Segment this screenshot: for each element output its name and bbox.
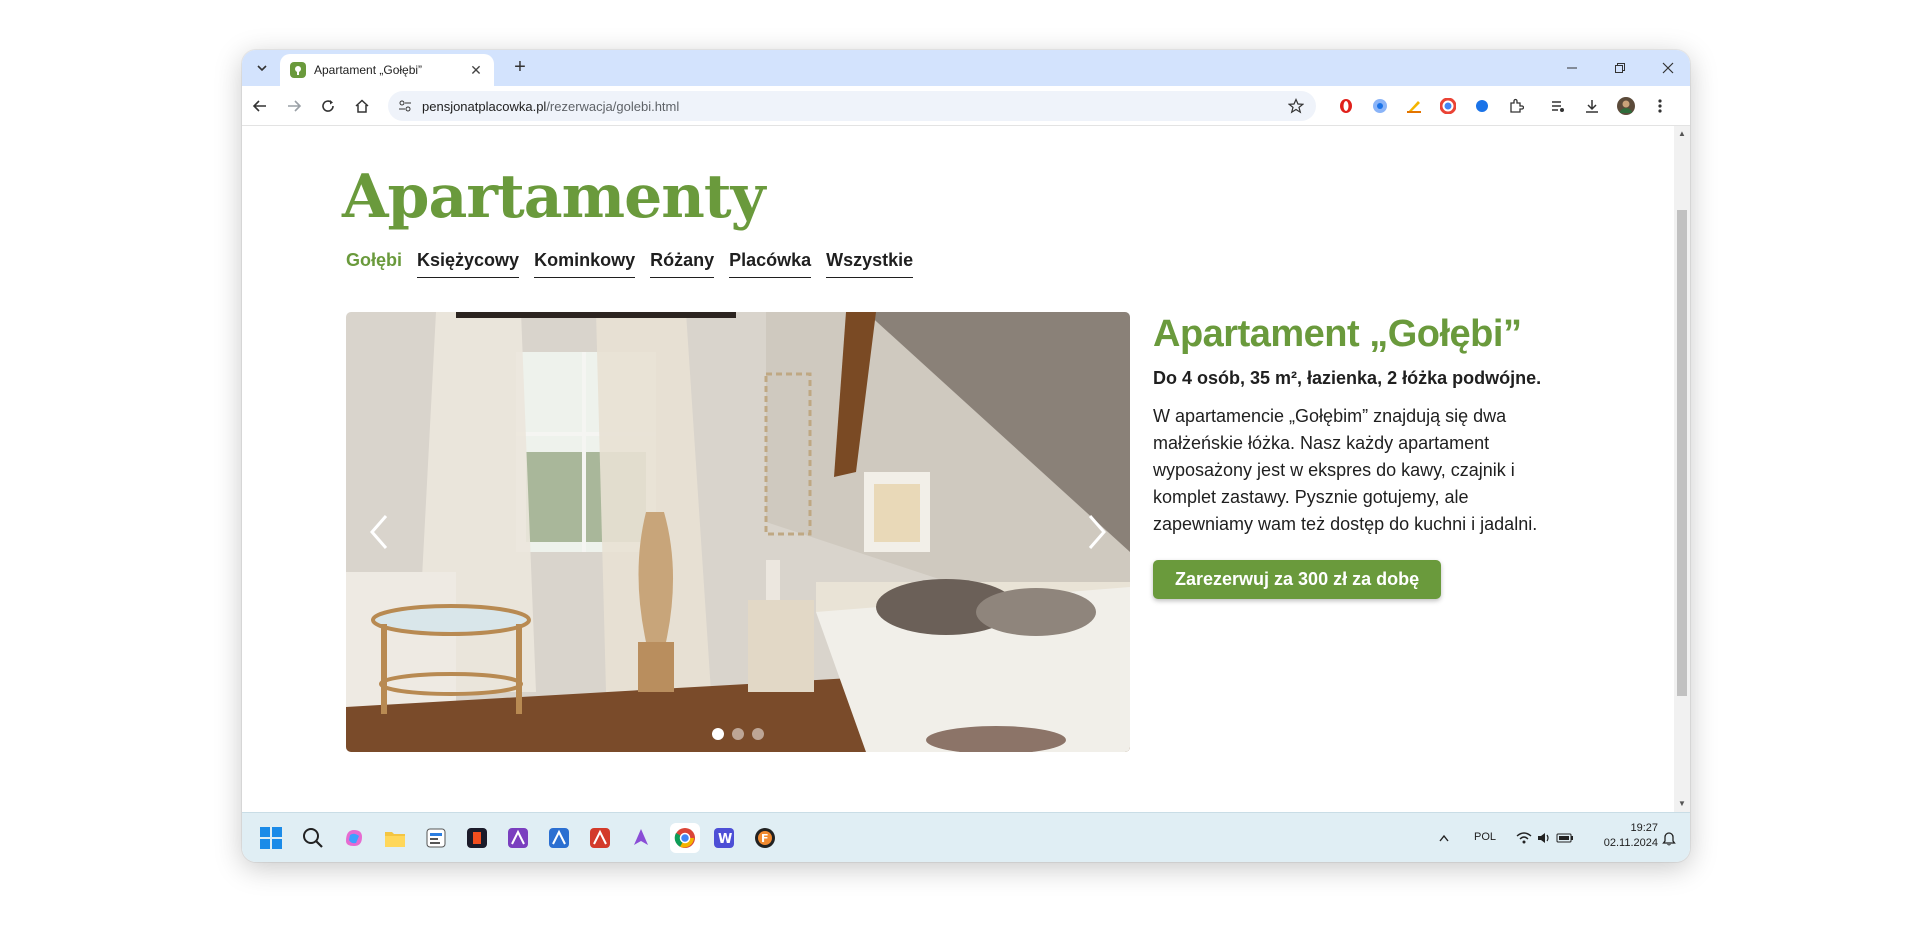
notification-bell-icon[interactable] bbox=[1660, 825, 1678, 851]
f-app-icon[interactable]: F bbox=[752, 825, 778, 851]
taskbar: W F POL 19:27 02.11.2024 bbox=[242, 812, 1690, 862]
word-app-icon[interactable]: W bbox=[711, 825, 737, 851]
site-settings-icon[interactable] bbox=[398, 99, 412, 113]
browser-window: Apartament „Gołębi” ✕ + pensjonatplacowk… bbox=[242, 50, 1690, 862]
bookmark-star-icon[interactable] bbox=[1288, 98, 1304, 114]
file-explorer-icon[interactable] bbox=[382, 825, 408, 851]
extension-color-icon[interactable] bbox=[1438, 96, 1458, 116]
site-favicon-icon bbox=[290, 62, 306, 78]
apartment-specs: Do 4 osób, 35 m², łazienka, 2 łóżka podw… bbox=[1153, 368, 1542, 388]
apartment-title: Apartament „Gołębi” bbox=[1153, 313, 1522, 355]
site-title: Apartamenty bbox=[342, 162, 765, 232]
scroll-down-icon[interactable]: ▼ bbox=[1677, 799, 1687, 809]
nav-link-rozany[interactable]: Różany bbox=[650, 250, 715, 278]
clock-date[interactable]: 02.11.2024 bbox=[1584, 837, 1658, 849]
extension-pen-icon[interactable] bbox=[1404, 96, 1424, 116]
nav-link-wszystkie[interactable]: Wszystkie bbox=[826, 250, 914, 278]
page-content: Apartamenty Gołębi Księżycowy Kominkowy … bbox=[242, 126, 1674, 812]
opera-extension-icon[interactable] bbox=[1336, 96, 1356, 116]
wifi-icon[interactable] bbox=[1516, 825, 1532, 851]
tab-search-chevron-icon[interactable] bbox=[250, 56, 274, 80]
address-bar[interactable]: pensjonatplacowka.pl/rezerwacja/golebi.h… bbox=[388, 91, 1316, 121]
carousel-indicators bbox=[346, 728, 1130, 740]
purple-app-icon[interactable] bbox=[628, 825, 654, 851]
app-dark-icon[interactable] bbox=[464, 825, 490, 851]
url-text: pensjonatplacowka.pl/rezerwacja/golebi.h… bbox=[422, 99, 679, 114]
more-menu-icon[interactable] bbox=[1650, 96, 1670, 116]
minimize-icon[interactable] bbox=[1562, 58, 1582, 78]
windows-start-icon[interactable] bbox=[258, 825, 284, 851]
photo-carousel bbox=[346, 312, 1130, 752]
scroll-up-icon[interactable]: ▲ bbox=[1677, 129, 1687, 139]
new-tab-button[interactable]: + bbox=[510, 57, 530, 78]
affinity-designer-icon[interactable] bbox=[505, 825, 531, 851]
nav-link-kominkowy[interactable]: Kominkowy bbox=[534, 250, 636, 278]
carousel-dot[interactable] bbox=[752, 728, 764, 740]
restore-icon[interactable] bbox=[1610, 58, 1630, 78]
search-icon[interactable] bbox=[300, 825, 326, 851]
affinity-publisher-icon[interactable] bbox=[587, 825, 613, 851]
extensions-puzzle-icon[interactable] bbox=[1506, 96, 1526, 116]
chrome-icon[interactable] bbox=[670, 823, 700, 853]
browser-toolbar: pensjonatplacowka.pl/rezerwacja/golebi.h… bbox=[242, 86, 1690, 126]
carousel-prev-icon[interactable] bbox=[364, 510, 394, 554]
url-path: /rezerwacja/golebi.html bbox=[546, 98, 680, 114]
carousel-next-icon[interactable] bbox=[1082, 510, 1112, 554]
room-photo bbox=[346, 312, 1130, 752]
tab-close-icon[interactable]: ✕ bbox=[468, 62, 484, 79]
apartment-info: Apartament „Gołębi” Do 4 osób, 35 m², ła… bbox=[1153, 312, 1573, 599]
tab-strip: Apartament „Gołębi” ✕ + bbox=[242, 50, 1690, 86]
media-control-icon[interactable] bbox=[1548, 96, 1568, 116]
carousel-dot[interactable] bbox=[712, 728, 724, 740]
extension-blue-icon[interactable] bbox=[1370, 96, 1390, 116]
tab-title: Apartament „Gołębi” bbox=[314, 63, 423, 77]
nav-link-ksiezycowy[interactable]: Księżycowy bbox=[417, 250, 520, 278]
clock-time[interactable]: 19:27 bbox=[1618, 822, 1658, 834]
affinity-photo-icon[interactable] bbox=[546, 825, 572, 851]
carousel-dot[interactable] bbox=[732, 728, 744, 740]
apartment-description: W apartamencie „Gołębim” znajdują się dw… bbox=[1153, 406, 1538, 534]
book-button[interactable]: Zarezerwuj za 300 zł za dobę bbox=[1153, 560, 1442, 599]
close-window-icon[interactable] bbox=[1658, 58, 1678, 78]
widgets-app-icon[interactable] bbox=[423, 825, 449, 851]
nav-link-placowka[interactable]: Placówka bbox=[729, 250, 812, 278]
scroll-thumb[interactable] bbox=[1677, 210, 1687, 696]
tray-chevron-up-icon[interactable] bbox=[1436, 825, 1452, 851]
room-nav: Gołębi Księżycowy Kominkowy Różany Placó… bbox=[346, 250, 928, 278]
battery-icon[interactable] bbox=[1556, 825, 1574, 851]
extension-dot-icon[interactable] bbox=[1472, 96, 1492, 116]
home-icon[interactable] bbox=[350, 94, 374, 118]
reload-icon[interactable] bbox=[316, 94, 340, 118]
volume-icon[interactable] bbox=[1536, 825, 1552, 851]
url-host: pensjonatplacowka.pl bbox=[422, 98, 547, 114]
nav-link-golebi[interactable]: Gołębi bbox=[346, 250, 402, 278]
profile-avatar-icon[interactable] bbox=[1616, 96, 1636, 116]
active-tab[interactable]: Apartament „Gołębi” ✕ bbox=[280, 54, 494, 86]
language-indicator[interactable]: POL bbox=[1474, 831, 1496, 843]
download-icon[interactable] bbox=[1582, 96, 1602, 116]
svg-text:W: W bbox=[718, 832, 732, 847]
page-scrollbar[interactable]: ▲ ▼ bbox=[1674, 126, 1690, 812]
back-arrow-icon[interactable] bbox=[248, 94, 272, 118]
svg-text:F: F bbox=[761, 832, 769, 845]
copilot-icon[interactable] bbox=[341, 825, 367, 851]
forward-arrow-icon[interactable] bbox=[282, 94, 306, 118]
